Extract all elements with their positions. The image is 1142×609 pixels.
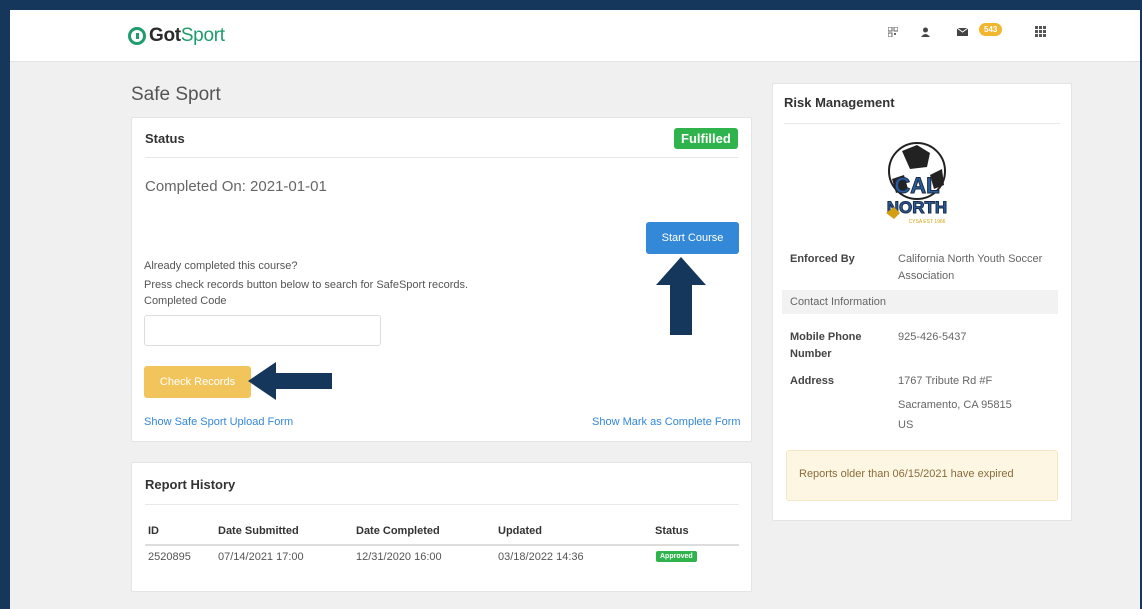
mobile-phone-label-line1: Mobile Phone [790,331,862,343]
expired-reports-notice: Reports older than 06/15/2021 have expir… [786,450,1058,501]
approved-status-badge: Approved [656,551,697,562]
enforced-by-label: Enforced By [790,253,855,265]
column-header-updated: Updated [498,525,542,537]
completed-code-input[interactable] [144,315,381,346]
mobile-phone-value: 925-426-5437 [898,331,967,343]
mark-complete-link[interactable]: Show Mark as Complete Form [592,416,741,428]
apps-grid-icon[interactable] [1035,26,1046,37]
report-updated: 03/18/2022 14:36 [498,551,584,563]
check-records-button[interactable]: Check Records [144,366,251,398]
column-header-id: ID [148,525,159,537]
risk-management-title: Risk Management [784,95,895,110]
completed-code-label: Completed Code [144,295,227,307]
page-title: Safe Sport [131,84,221,105]
completed-on-text: Completed On: 2021-01-01 [145,178,327,195]
report-date-submitted: 07/14/2021 17:00 [218,551,304,563]
enforced-by-value-line2: Association [898,270,955,282]
status-card-divider [145,157,739,158]
envelope-icon[interactable] [957,28,968,36]
top-navbar: Got Sport 543 [10,10,1140,62]
address-label: Address [790,375,835,387]
report-date-completed: 12/31/2020 16:00 [356,551,442,563]
column-header-date-completed: Date Completed [356,525,440,537]
fulfilled-badge: Fulfilled [674,128,738,149]
already-completed-text: Already completed this course? [144,260,298,272]
app-window: Got Sport 543 Safe Sport Status Fulfilled… [10,10,1140,609]
report-history-title: Report History [145,477,236,492]
enforced-by-value-line1: California North Youth Soccer [898,253,1043,265]
table-header-divider [145,544,739,546]
column-header-date-submitted: Date Submitted [218,525,299,537]
gotsport-logo-icon [128,27,146,45]
message-count-badge: 543 [979,23,1003,36]
left-arrow-annotation [248,362,332,400]
address-line3: US [898,419,914,431]
risk-management-divider [784,123,1060,124]
address-line1: 1767 Tribute Rd #F [898,375,993,387]
qr-code-icon[interactable] [888,27,898,37]
cal-north-logo: CAL NORTH CYSA EST 1966 [886,142,948,225]
contact-information-heading: Contact Information [790,296,886,308]
column-header-status: Status [655,525,689,537]
upload-form-link[interactable]: Show Safe Sport Upload Form [144,416,293,428]
logo-text-sport: Sport [180,25,225,46]
address-line2: Sacramento, CA 95815 [898,399,1012,411]
start-course-button[interactable]: Start Course [646,222,739,254]
press-check-instructions: Press check records button below to sear… [144,279,469,291]
status-card-title: Status [145,131,185,146]
logo-text-tag: CYSA EST 1966 [909,219,946,225]
report-history-divider [145,504,739,505]
user-icon[interactable] [921,27,930,37]
up-arrow-annotation [656,257,706,335]
mobile-phone-label-line2: Number [790,348,832,360]
logo-text-cal: CAL [894,173,939,198]
report-id-link[interactable]: 2520895 [148,551,191,563]
gotsport-logo[interactable]: Got Sport [128,25,225,47]
logo-text-got: Got [149,25,181,46]
